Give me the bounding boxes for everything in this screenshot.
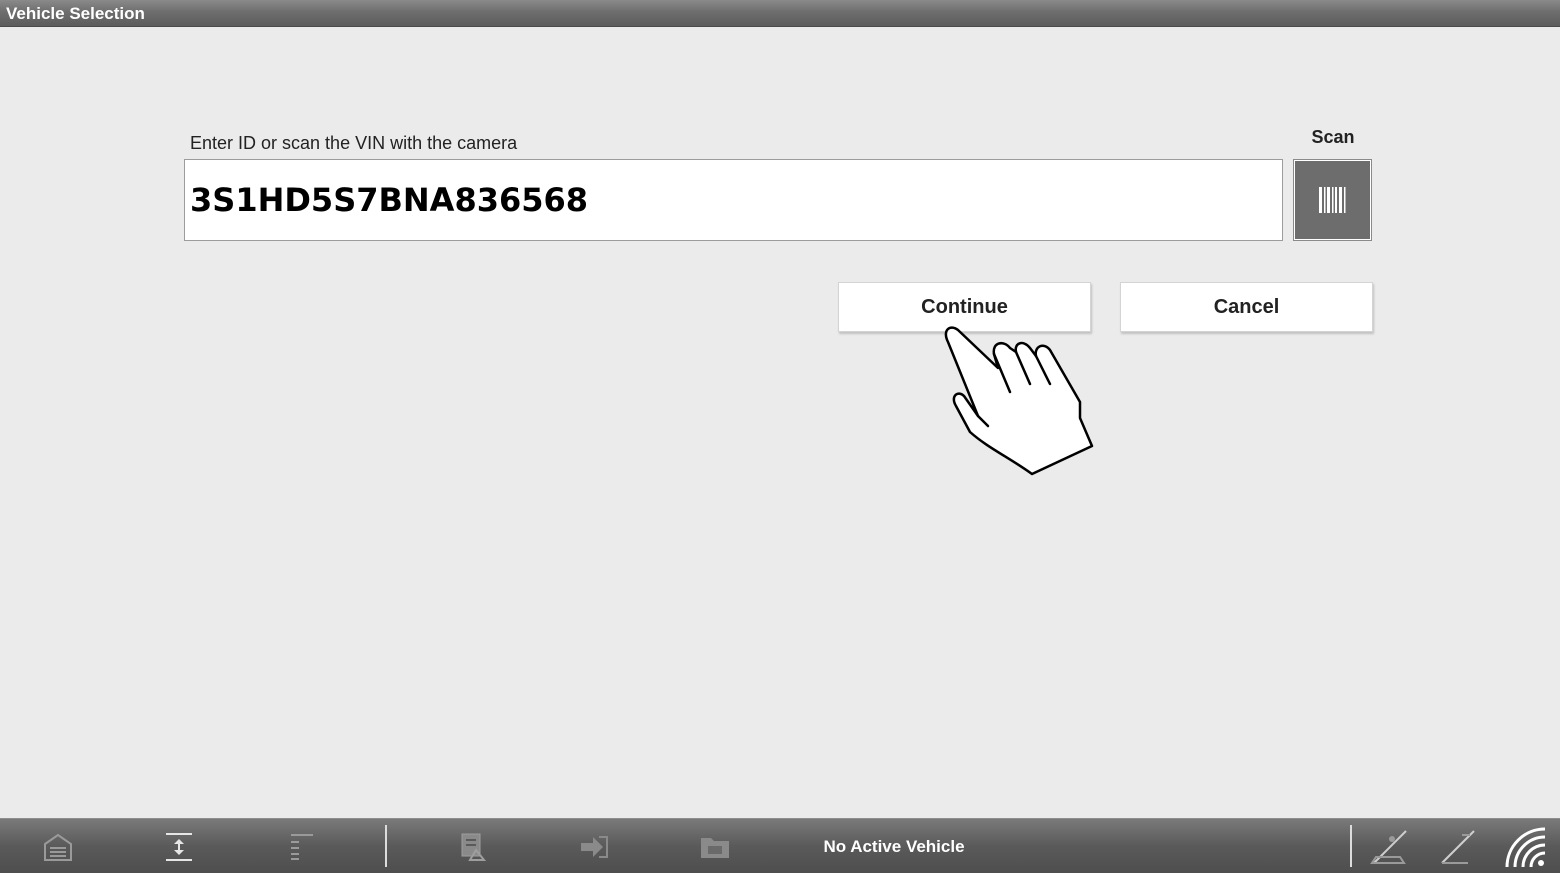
scan-barcode-button[interactable] (1293, 159, 1372, 241)
wifi-icon[interactable] (1496, 819, 1556, 873)
list-icon[interactable] (270, 819, 330, 873)
vin-input[interactable] (184, 159, 1283, 241)
folder-icon[interactable] (685, 819, 745, 873)
home-icon[interactable] (28, 819, 88, 873)
usb-connect-icon[interactable] (1428, 819, 1488, 873)
toolbar-divider (1350, 825, 1352, 867)
exit-icon[interactable] (564, 819, 624, 873)
bottom-toolbar: No Active Vehicle (0, 818, 1560, 873)
pen-connect-icon[interactable] (1360, 819, 1420, 873)
expand-icon[interactable] (149, 819, 209, 873)
toolbar-divider (385, 825, 387, 867)
barcode-icon (1318, 187, 1345, 213)
report-icon[interactable] (443, 819, 503, 873)
scan-label: Scan (1311, 127, 1355, 147)
vin-prompt-label: Enter ID or scan the VIN with the camera (190, 133, 518, 153)
active-vehicle-status: No Active Vehicle (823, 836, 965, 856)
window-title: Vehicle Selection (6, 4, 145, 23)
tap-hand-icon (944, 326, 1094, 476)
cancel-button[interactable]: Cancel (1120, 282, 1373, 332)
scan-button-face (1295, 161, 1370, 239)
title-bar: Vehicle Selection (0, 0, 1560, 27)
